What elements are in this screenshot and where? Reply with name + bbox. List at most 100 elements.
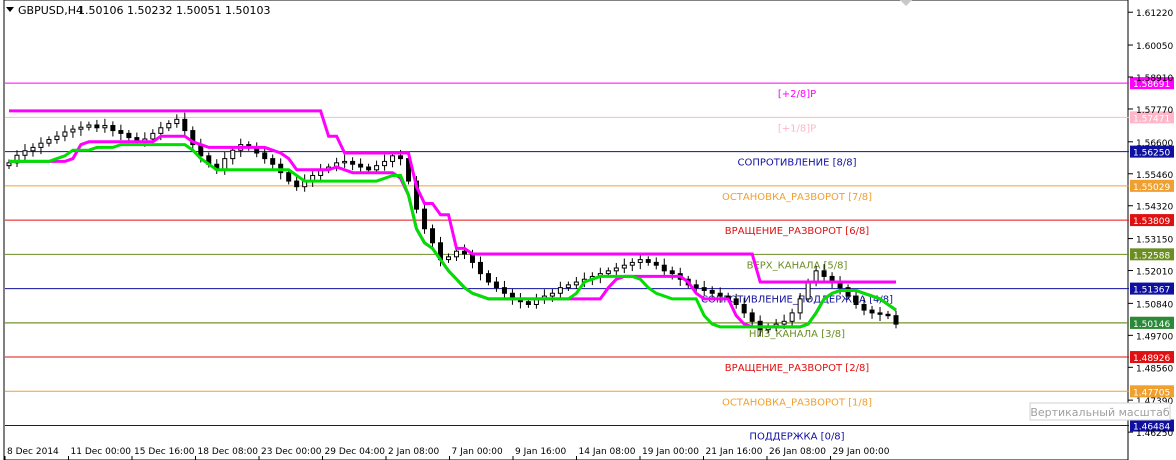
price-chart[interactable]: GBPUSD,H4 1.50106 1.50232 1.50051 1.5010… [0,0,1176,460]
candle-down [861,303,867,311]
level-label: ПОДДЕРЖКА [0/8] [749,432,844,443]
candle-down [398,155,404,160]
level-label: ВРАЩЕНИЕ_РАЗВОРОТ [6/8] [725,226,870,237]
tooltip-text: Вертикальный масштаб [1030,406,1170,419]
candle-up [629,261,635,266]
x-tick-label: 29 Jan 00:00 [833,447,890,457]
candle-up [637,259,643,263]
candle-down [741,303,747,314]
candle-down [422,208,428,230]
candle-down [653,261,659,266]
candle-up [781,320,787,325]
y-tick-label: 1.58910 [1136,74,1173,84]
candle-up [62,131,68,137]
y-tick-label: 1.46250 [1136,429,1173,439]
level-label: ВЕРХ_КАНАЛА [5/8] [747,260,848,271]
candle-up [38,142,44,148]
candle-down [821,270,827,277]
x-tick-label: 23 Dec 00:00 [261,447,322,457]
candle-down [294,180,300,188]
candle-down [358,163,364,168]
candle-up [605,270,611,275]
level-label: ОСТАНОВКА_РАЗВОРОТ [7/8] [722,192,872,203]
candle-down [94,124,100,129]
candle-up [805,281,811,300]
y-tick-label: 1.57770 [1136,106,1173,116]
candle-down [661,264,667,272]
x-tick-label: 19 Jan 00:00 [642,447,699,457]
candle-up [342,160,348,164]
x-tick-label: 7 Jan 00:00 [452,447,504,457]
candle-down [126,132,132,139]
level-label: [+2/8]P [778,89,816,100]
x-tick-label: 26 Jan 08:00 [769,447,826,457]
candle-down [461,250,467,255]
price-tag-text: 1.48926 [1133,354,1170,364]
candle-up [813,270,819,283]
candle-down [701,287,707,291]
level-label: НИЗ_КАНАЛА [3/8] [749,329,845,340]
candle-down [709,289,715,294]
price-tag-text: 1.51367 [1133,286,1170,296]
candle-down [749,312,755,322]
candle-up [78,126,84,130]
candle-up [621,264,627,269]
candle-down [366,166,372,171]
candle-up [557,287,563,294]
y-tick-label: 1.50840 [1136,300,1173,310]
x-tick-label: 9 Jan 16:00 [515,447,567,457]
candle-up [374,165,380,171]
level-label: ОСТАНОВКА_РАЗВОРОТ [1/8] [722,397,872,408]
candle-up [230,149,236,160]
candle-down [110,125,116,132]
y-tick-label: 1.55460 [1136,171,1173,181]
y-tick-label: 1.60050 [1136,42,1173,52]
candle-up [70,128,76,133]
candle-down [717,292,723,297]
candle-down [885,313,891,317]
price-tag-text: 1.52588 [1133,251,1170,261]
price-tag-text: 1.55029 [1133,183,1170,193]
x-tick-label: 21 Jan 16:00 [706,447,763,457]
vertical-scale-tooltip: Вертикальный масштаб [1029,402,1171,421]
candle-up [446,256,452,261]
candle-down [525,301,531,305]
candle-up [6,162,12,167]
candle-up [46,139,52,144]
candle-up [789,312,795,322]
candle-up [166,123,172,129]
x-tick-label: 8 Dec 2014 [7,447,59,457]
y-tick-label: 1.56600 [1136,139,1173,149]
price-tag-text: 1.53809 [1133,217,1170,227]
candle-down [669,270,675,275]
candle-up [390,155,396,162]
candle-down [262,152,268,160]
candle-down [493,281,499,289]
x-tick-label: 2 Jan 08:00 [388,447,440,457]
candle-up [86,124,92,128]
candle-up [174,118,180,125]
x-tick-label: 18 Dec 08:00 [198,447,259,457]
candle-up [150,132,156,140]
candle-down [485,273,491,283]
x-tick-label: 11 Dec 00:00 [71,447,132,457]
level-label: ВРАЩЕНИЕ_РАЗВОРОТ [2/8] [725,363,870,374]
candle-up [102,125,108,129]
x-tick-label: 29 Dec 04:00 [325,447,386,457]
y-tick-label: 1.53150 [1136,236,1173,246]
candle-down [869,309,875,314]
candle-down [350,160,356,165]
candle-down [645,259,651,263]
candle-up [382,160,388,167]
level-label: СОПРОТИВЛЕНИЕ [8/8] [738,158,857,169]
candle-down [877,312,883,315]
symbol-label: GBPUSD,H4 [18,4,83,17]
y-tick-label: 1.54320 [1136,203,1173,213]
candle-down [693,284,699,289]
candle-down [893,315,899,325]
y-tick-label: 1.49700 [1136,332,1173,342]
candle-down [286,172,292,182]
candle-up [549,292,555,297]
candle-up [573,281,579,286]
y-tick-label: 1.61220 [1136,9,1173,19]
